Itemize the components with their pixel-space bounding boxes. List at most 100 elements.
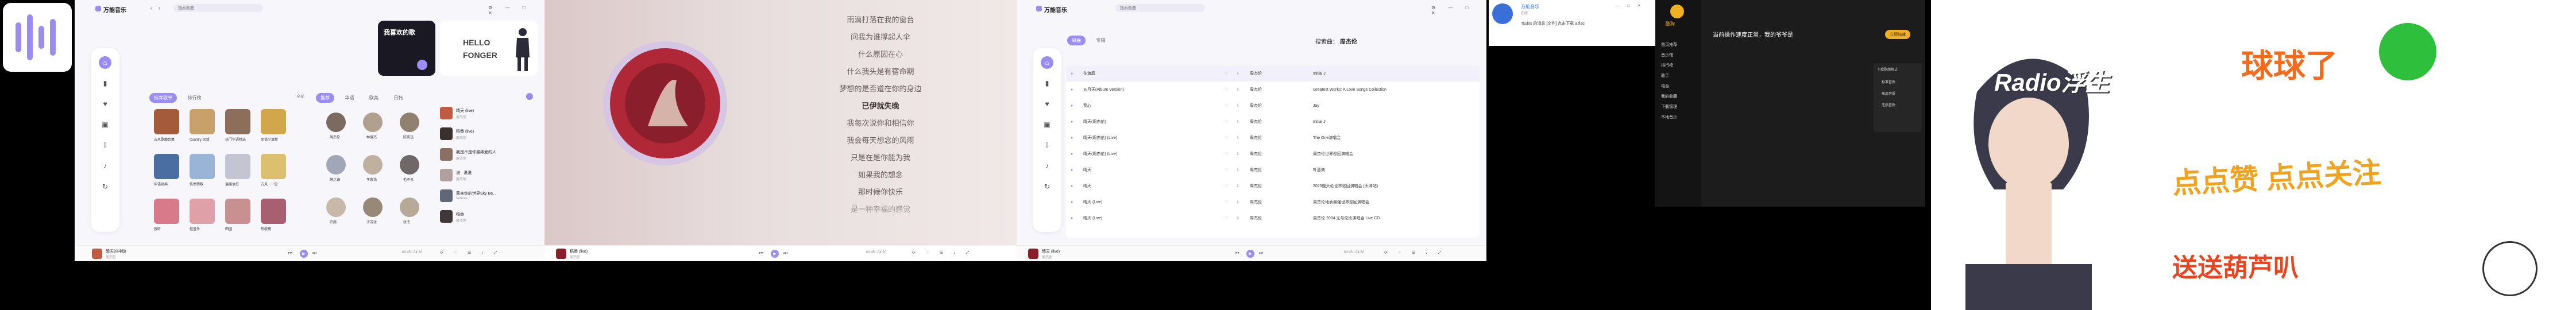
row-action-icons[interactable]: ♡ ⇩ [1225, 119, 1243, 124]
download-icon[interactable]: ⇩ [99, 139, 111, 152]
sidebar-item[interactable]: 电台 [1661, 82, 1677, 92]
row-action-icons[interactable]: ♡ ⇩ [1225, 135, 1243, 140]
artist-tab-b[interactable]: 华语 [340, 93, 358, 103]
artist-tab-a[interactable]: 推荐 [316, 93, 334, 103]
row-action-icons[interactable]: ♡ ⇩ [1225, 87, 1243, 92]
sidebar-item[interactable]: 歌手 [1661, 71, 1677, 82]
row-action-icons[interactable]: ♡ ⇩ [1225, 103, 1243, 108]
speedup-button[interactable]: 立即加速 [1885, 30, 1910, 39]
table-row[interactable]: ● 晴天 ♡ ⇩ 周杰伦 叶惠美 [1066, 162, 1480, 178]
row-action-icons[interactable]: ♡ ⇩ [1225, 200, 1243, 204]
playlist-cover-1[interactable] [190, 109, 215, 134]
artist-avatar[interactable] [400, 155, 419, 175]
table-row[interactable]: ● 晴天 (Live) ♡ ⇩ 周杰伦 周杰伦 2004 无与伦比演唱会 Liv… [1066, 210, 1480, 226]
playlist-cover-8[interactable] [154, 199, 179, 224]
table-row[interactable]: ● 花海庭 ♡ ⇩ 周杰伦 Initial J [1066, 65, 1480, 82]
artist-avatar[interactable] [326, 197, 346, 217]
back-icon[interactable]: ‹ [150, 5, 152, 11]
artist-avatar[interactable] [400, 113, 419, 132]
play-button[interactable]: ▶ [1246, 250, 1254, 258]
playlist-cover-6[interactable] [225, 154, 250, 179]
artist-avatar[interactable] [400, 197, 419, 217]
table-row[interactable]: ● 晴天(周杰伦) (Live) ♡ ⇩ 周杰伦 周杰伦世界巡回演唱会 [1066, 146, 1480, 162]
sidebar-item[interactable]: 音乐馆 [1661, 51, 1677, 61]
play-button[interactable]: ▶ [771, 250, 779, 258]
list-play-icon[interactable] [526, 93, 533, 100]
artist-avatar[interactable] [326, 113, 346, 132]
banner-play-icon[interactable] [417, 60, 427, 70]
list-item[interactable]: 说 · 说说 周杰伦 [440, 168, 538, 185]
sidebar-item[interactable]: 我的收藏 [1661, 92, 1677, 102]
row-play-icon[interactable]: ● [1071, 104, 1073, 108]
window-controls[interactable]: ⚙ — □ ✕ [1431, 5, 1486, 16]
avatar[interactable] [1492, 3, 1513, 24]
refresh-icon[interactable]: ↻ [99, 180, 111, 193]
chart-icon[interactable]: ▮ [1041, 77, 1053, 90]
row-play-icon[interactable]: ● [1071, 168, 1073, 172]
chat-window-controls[interactable]: — □ ✕ [1615, 3, 1644, 8]
format-option[interactable]: 标准音质 [1882, 79, 1895, 84]
search-input[interactable] [173, 4, 263, 12]
volume-icon[interactable]: ♪ [1041, 160, 1053, 172]
artist-avatar[interactable] [363, 113, 383, 132]
artist-tab-c[interactable]: 欧美 [365, 93, 383, 103]
heart-icon[interactable]: ♥ [1041, 98, 1053, 110]
folder-icon[interactable]: ▣ [99, 118, 111, 131]
table-row[interactable]: ● 晴天 (Live) ♡ ⇩ 周杰伦 周杰伦地表最强世界巡回演唱会 [1066, 194, 1480, 210]
row-play-icon[interactable]: ● [1071, 200, 1073, 204]
now-playing-thumb[interactable] [92, 249, 102, 259]
list-item[interactable]: 我是不是你最疼爱的人 周杰伦 [440, 147, 538, 164]
row-action-icons[interactable]: ♡ ⇩ [1225, 152, 1243, 156]
playlist-cover-2[interactable] [225, 109, 250, 134]
sidebar-item[interactable]: 下载管理 [1661, 102, 1677, 113]
player-tools[interactable]: ⟳ ♡ ☰ ♪ ⤢ [912, 250, 974, 255]
refresh-icon[interactable]: ↻ [1041, 180, 1053, 193]
next-icon[interactable]: ⏭ [783, 250, 787, 256]
table-row[interactable]: ● 晴天 ♡ ⇩ 周杰伦 2023魔天伦世界巡回演唱会 (天津站) [1066, 178, 1480, 194]
fav-banner[interactable]: 我喜欢的歌 [378, 21, 435, 76]
format-option[interactable]: 高品音质 [1882, 91, 1895, 96]
player-tools[interactable]: ⟳ ♡ ☰ ♪ ⤢ [440, 250, 501, 255]
folder-icon[interactable]: ▣ [1041, 118, 1053, 131]
playlist-cover-7[interactable] [261, 154, 286, 179]
prev-icon[interactable]: ⏮ [759, 250, 763, 256]
tab-albums[interactable]: 专辑 [1091, 36, 1110, 45]
tab-recommend[interactable]: 推荐歌单 [149, 93, 177, 103]
row-play-icon[interactable]: ● [1071, 184, 1073, 188]
table-row[interactable]: ● 晴天(周杰伦) (Live) ♡ ⇩ 周杰伦 The One演唱会 [1066, 130, 1480, 146]
row-play-icon[interactable]: ● [1071, 72, 1073, 76]
playlist-cover-0[interactable] [154, 109, 179, 134]
now-playing-thumb[interactable] [1028, 249, 1038, 259]
sidebar-item[interactable]: 排行榜 [1661, 61, 1677, 71]
artist-avatar[interactable] [363, 155, 383, 175]
volume-icon[interactable]: ♪ [99, 160, 111, 172]
playlist-cover-4[interactable] [154, 154, 179, 179]
row-play-icon[interactable]: ● [1071, 152, 1073, 156]
table-row[interactable]: ● 我心 ♡ ⇩ 周杰伦 Jay [1066, 98, 1480, 114]
row-play-icon[interactable]: ● [1071, 120, 1073, 124]
row-play-icon[interactable]: ● [1071, 216, 1073, 220]
playlist-cover-5[interactable] [190, 154, 215, 179]
tab-songs[interactable]: 单曲 [1067, 36, 1086, 45]
now-playing-thumb[interactable] [556, 249, 566, 259]
heart-icon[interactable]: ♥ [99, 98, 111, 110]
home-icon[interactable]: ⌂ [1041, 56, 1053, 69]
artist-avatar[interactable] [363, 197, 383, 217]
artist-tab-d[interactable]: 日韩 [389, 93, 407, 103]
next-icon[interactable]: ⏭ [312, 250, 316, 256]
forward-icon[interactable]: › [159, 5, 160, 11]
list-item[interactable]: 稻香 (live) 周杰伦 [440, 126, 538, 144]
chart-icon[interactable]: ▮ [99, 77, 111, 90]
play-button[interactable]: ▶ [300, 250, 308, 258]
tab-rank[interactable]: 排行榜 [183, 93, 206, 103]
format-option[interactable]: 无损音质 [1882, 102, 1895, 107]
list-item[interactable]: 晴天 (live) 周杰伦 [440, 106, 538, 123]
row-action-icons[interactable]: ♡ ⇩ [1225, 216, 1243, 220]
prev-icon[interactable]: ⏮ [1235, 250, 1239, 256]
tab-more[interactable]: 全部 [296, 94, 304, 99]
download-icon[interactable]: ⇩ [1041, 139, 1053, 152]
next-icon[interactable]: ⏭ [1259, 250, 1263, 256]
sidebar-item[interactable]: 首页推荐 [1661, 40, 1677, 51]
playlist-cover-10[interactable] [225, 199, 250, 224]
home-icon[interactable]: ⌂ [99, 56, 111, 69]
